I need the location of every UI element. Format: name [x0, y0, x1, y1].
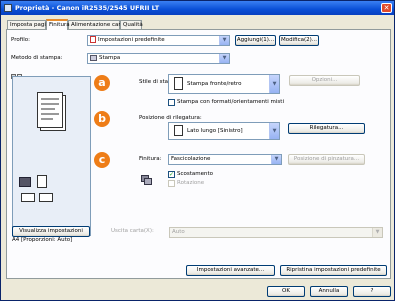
output-method-label: Metodo di stampa: [11, 55, 63, 61]
finishing-label: Finitura: [139, 156, 162, 162]
rotate-label: Rotazione [177, 180, 205, 186]
add-profile-button[interactable]: Aggiungi(1)... [235, 35, 276, 46]
output-tray-select[interactable]: Auto ▼ [169, 227, 383, 238]
printer-icon [19, 177, 31, 187]
binding-select[interactable]: Lato lungo [Sinistro] ▼ [168, 122, 280, 140]
mixed-formats-checkbox[interactable] [168, 99, 175, 106]
output-method-value: Stampa [99, 55, 121, 61]
view-settings-button[interactable]: Visualizza impostazioni [12, 226, 90, 237]
callout-a: a [94, 75, 110, 91]
mixed-formats-label: Stampa con formati/orientamenti misti [177, 99, 284, 105]
collate-icon [141, 175, 153, 185]
finishing-select[interactable]: Fascicolazione ▼ [168, 154, 282, 165]
page-preview [12, 76, 91, 236]
binding-button[interactable]: Rilegatura... [288, 123, 365, 134]
edit-profile-button[interactable]: Modifica(2)... [279, 35, 319, 46]
options-button[interactable]: Opzioni... [289, 75, 360, 86]
chevron-down-icon: ▼ [269, 123, 279, 139]
close-button[interactable]: ✕ [381, 3, 392, 13]
title-bar[interactable]: Proprietà - Canon iR2535/2545 UFRII LT ✕ [1, 1, 394, 15]
tab-finishing[interactable]: Finitura [46, 19, 70, 30]
preview-page [37, 92, 63, 128]
cancel-button[interactable]: Annulla [310, 286, 348, 297]
print-style-value: Stampa fronte/retro [187, 81, 242, 87]
profile-label: Profilo: [11, 37, 30, 43]
chevron-down-icon: ▼ [219, 36, 229, 45]
finishing-panel: Profilo: Impostazioni predefinite ▼ Aggi… [6, 29, 391, 279]
window-title: Proprietà - Canon iR2535/2545 UFRII LT [15, 4, 160, 12]
callout-b: b [94, 111, 110, 127]
profile-icon [90, 36, 96, 43]
duplex-icon [21, 193, 35, 202]
print-style-select[interactable]: Stampa fronte/retro ▼ [168, 74, 280, 94]
preview-caption: A4 [Proporzioni: Auto] [12, 237, 73, 243]
rotate-checkbox[interactable] [168, 180, 175, 187]
output-tray-label: Uscita carta(X): [111, 228, 154, 234]
profile-select[interactable]: Impostazioni predefinite ▼ [87, 35, 230, 46]
binding-value: Lato lungo [Sinistro] [187, 128, 243, 134]
staple-position-button[interactable]: Posizione di pinzatura... [288, 154, 365, 165]
help-button[interactable]: ? [353, 286, 391, 297]
chevron-down-icon: ▼ [271, 155, 281, 164]
callout-c: c [94, 152, 110, 168]
output-method-select[interactable]: Stampa ▼ [87, 53, 230, 64]
restore-defaults-button[interactable]: Ripristina impostazioni predefinite [280, 265, 387, 276]
binding-icon [174, 125, 183, 136]
output-tray-value: Auto [172, 229, 185, 235]
printer-properties-window: Proprietà - Canon iR2535/2545 UFRII LT ✕… [0, 0, 395, 301]
layout-icon [39, 193, 53, 202]
ok-button[interactable]: OK [267, 286, 305, 297]
binding-label: Posizione di rilegatura: [139, 115, 202, 121]
chevron-down-icon: ▼ [372, 228, 382, 237]
chevron-down-icon: ▼ [269, 75, 279, 93]
finishing-value: Fascicolazione [171, 156, 211, 162]
document-icon [37, 175, 47, 188]
print-icon [90, 54, 97, 61]
chevron-down-icon: ▼ [219, 54, 229, 63]
printer-app-icon [4, 4, 12, 12]
advanced-settings-button[interactable]: Impostazioni avanzate... [186, 265, 275, 276]
duplex-style-icon [174, 77, 183, 90]
offset-label: Scostamento [177, 171, 214, 177]
offset-checkbox[interactable]: ✓ [168, 171, 175, 178]
profile-value: Impostazioni predefinite [98, 37, 165, 43]
